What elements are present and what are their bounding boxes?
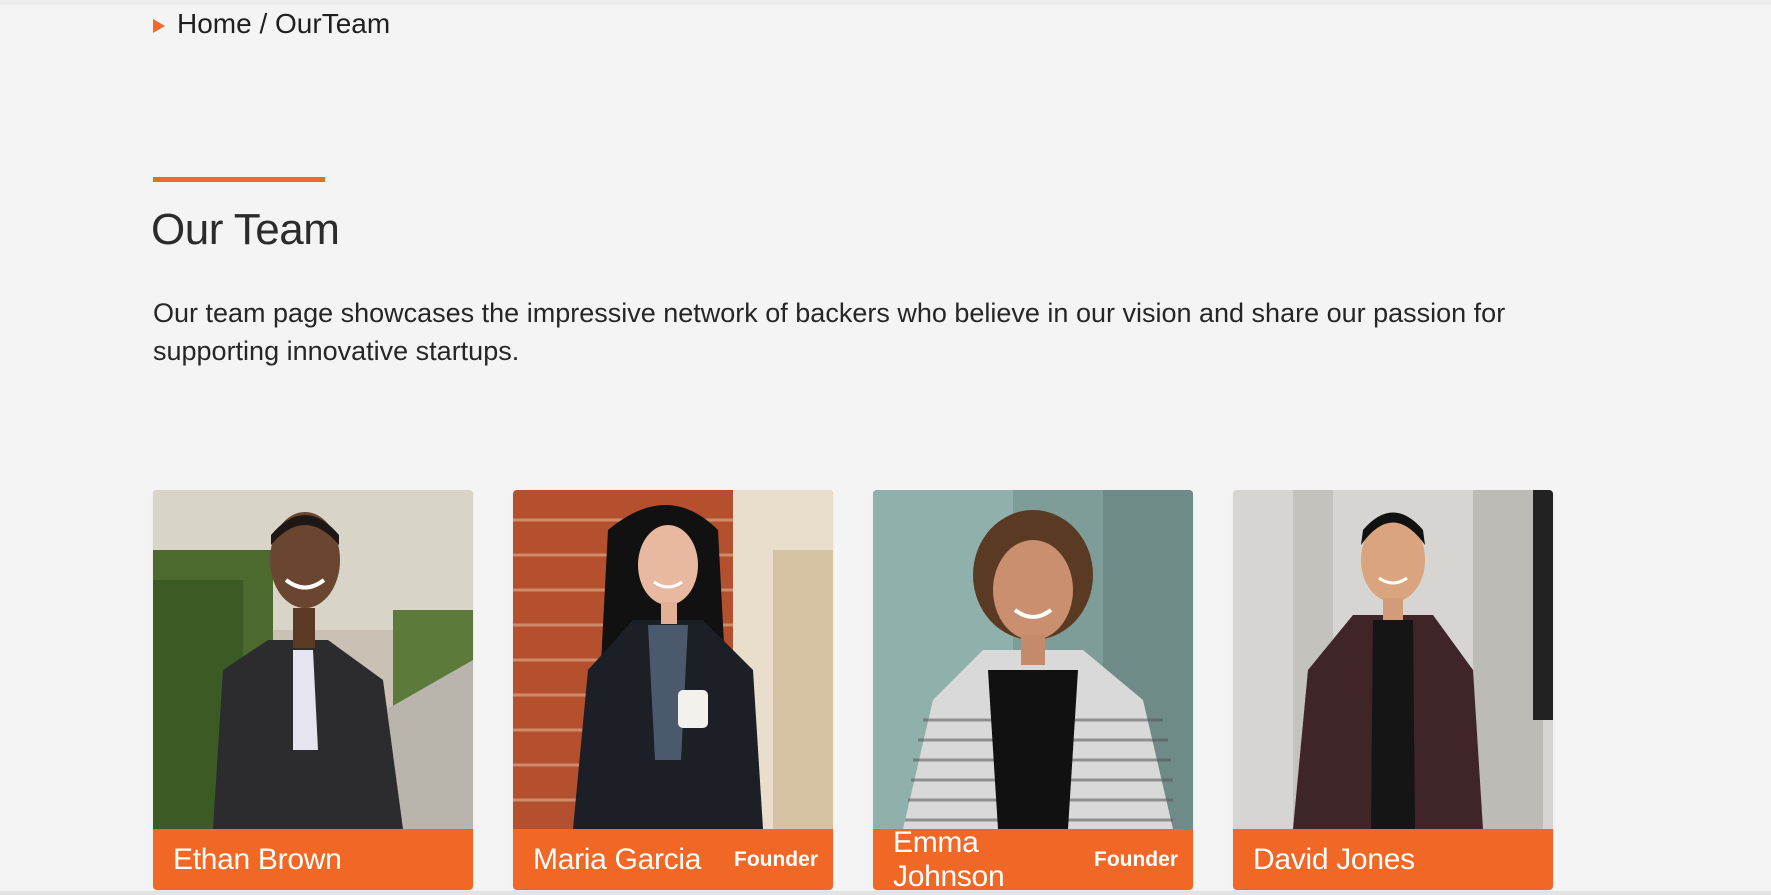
member-photo — [513, 490, 833, 829]
member-role: Founder — [1094, 847, 1178, 871]
page-title: Our Team — [151, 205, 340, 254]
breadcrumb-text[interactable]: Home / OurTeam — [177, 8, 390, 40]
intro-text: Our team page showcases the impressive n… — [153, 298, 1506, 366]
member-name-bar: David Jones — [1233, 829, 1553, 890]
member-photo — [1233, 490, 1553, 829]
breadcrumb: Home / OurTeam — [153, 8, 390, 40]
member-name-bar: Ethan Brown — [153, 829, 473, 890]
team-card[interactable]: Ethan Brown — [153, 490, 473, 890]
member-name: Emma Johnson — [893, 825, 1005, 891]
team-grid: Ethan Brown Maria Garcia Founder Emma Jo… — [153, 490, 1553, 890]
top-divider — [0, 0, 1771, 5]
member-name-bar: Emma Johnson Founder — [873, 825, 1193, 891]
member-photo — [153, 490, 473, 829]
member-photo — [873, 490, 1193, 829]
triangle-right-icon — [153, 18, 165, 33]
member-role: Founder — [734, 847, 818, 871]
member-name: David Jones — [1253, 842, 1415, 876]
team-card[interactable]: Emma Johnson Founder — [873, 490, 1193, 890]
team-card[interactable]: Maria Garcia Founder — [513, 490, 833, 890]
member-name: Maria Garcia — [533, 842, 702, 876]
member-name-bar: Maria Garcia Founder — [513, 829, 833, 890]
member-name: Ethan Brown — [173, 842, 342, 876]
title-accent-line — [153, 177, 325, 182]
team-card[interactable]: David Jones — [1233, 490, 1553, 890]
bottom-divider — [0, 891, 1771, 895]
